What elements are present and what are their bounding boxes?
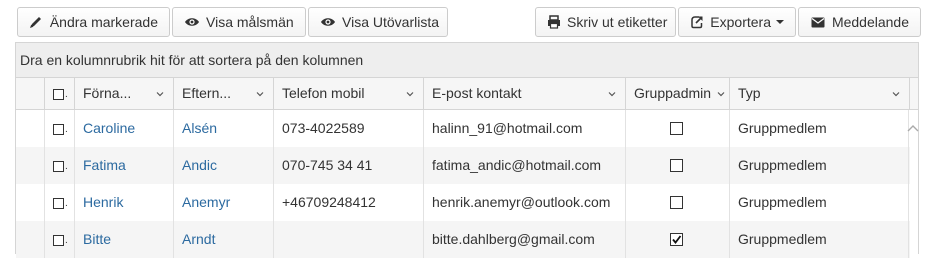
eye-icon <box>320 14 336 30</box>
column-header-label: Telefon mobil <box>282 85 365 101</box>
checkbox <box>53 197 64 209</box>
group-admin-checkbox[interactable] <box>670 196 683 209</box>
truncation-dots: . <box>65 88 68 100</box>
show-practitioners-label: Visa Utövarlista <box>342 14 440 30</box>
show-practitioners-button[interactable]: Visa Utövarlista <box>308 7 448 37</box>
show-guardians-label: Visa målsmän <box>206 14 294 30</box>
first-name-cell[interactable]: Caroline <box>74 110 173 147</box>
checkmark-icon <box>672 235 682 244</box>
first-name-cell[interactable]: Henrik <box>74 184 173 221</box>
column-header-first-name[interactable]: Förna... <box>74 78 173 109</box>
truncation-dots: . <box>65 123 68 135</box>
column-header-label: Förna... <box>83 85 132 101</box>
column-header-phone[interactable]: Telefon mobil <box>273 78 423 109</box>
group-admin-cell <box>625 110 729 147</box>
select-all-checkbox[interactable]: . <box>44 78 74 109</box>
table-row[interactable]: . Fatima Andic 070-745 34 41 fatima_andi… <box>16 147 910 184</box>
column-header-type[interactable]: Typ <box>729 78 909 109</box>
chevron-down-icon <box>406 92 414 97</box>
print-icon <box>547 14 561 30</box>
chevron-down-icon <box>717 92 725 97</box>
grid-header: . Förna... Eftern... Telefon mobil E-pos… <box>16 78 918 110</box>
header-spacer <box>16 78 44 109</box>
type-cell: Gruppmedlem <box>729 110 909 147</box>
last-name-cell[interactable]: Alsén <box>173 110 273 147</box>
group-admin-checkbox[interactable] <box>670 122 683 135</box>
chevron-down-icon <box>608 92 616 97</box>
column-header-email[interactable]: E-post kontakt <box>423 78 625 109</box>
group-admin-checkbox[interactable] <box>670 159 683 172</box>
message-button[interactable]: Meddelande <box>798 7 921 37</box>
chevron-up-icon[interactable] <box>907 123 919 133</box>
email-cell: fatima_andic@hotmail.com <box>423 147 625 184</box>
chevron-down-icon <box>256 92 264 97</box>
pencil-icon <box>29 14 44 30</box>
show-guardians-button[interactable]: Visa målsmän <box>172 7 306 37</box>
email-cell: halinn_91@hotmail.com <box>423 110 625 147</box>
chevron-down-icon <box>156 92 164 97</box>
chevron-down-icon <box>892 92 900 97</box>
edit-selected-label: Ändra markerade <box>49 14 158 30</box>
group-admin-cell <box>625 147 729 184</box>
export-label: Exportera <box>710 14 771 30</box>
column-header-label: Typ <box>738 85 761 101</box>
checkbox <box>53 123 64 135</box>
table-row[interactable]: . Bitte Arndt bitte.dahlberg@gmail.com G… <box>16 221 910 258</box>
last-name-cell[interactable]: Anemyr <box>173 184 273 221</box>
export-dropdown-button[interactable]: Exportera <box>678 7 796 37</box>
print-labels-button[interactable]: Skriv ut etiketter <box>535 7 676 37</box>
type-cell: Gruppmedlem <box>729 184 909 221</box>
truncation-dots: . <box>65 197 68 209</box>
checkbox <box>53 234 64 246</box>
row-select-checkbox[interactable]: . <box>44 147 74 184</box>
column-header-group-admin[interactable]: Gruppadmin <box>625 78 729 109</box>
row-select-checkbox[interactable]: . <box>44 110 74 147</box>
first-name-cell[interactable]: Fatima <box>74 147 173 184</box>
first-name-cell[interactable]: Bitte <box>74 221 173 258</box>
header-scroll-spacer <box>909 78 918 109</box>
message-label: Meddelande <box>831 14 909 30</box>
column-header-last-name[interactable]: Eftern... <box>173 78 273 109</box>
member-grid: Dra en kolumnrubrik hit för att sortera … <box>15 42 919 258</box>
truncation-dots: . <box>65 160 68 172</box>
eye-icon <box>184 14 200 30</box>
phone-cell <box>273 221 423 258</box>
type-cell: Gruppmedlem <box>729 147 909 184</box>
share-icon <box>690 14 704 30</box>
vertical-scrollbar[interactable] <box>907 110 919 255</box>
group-by-hint: Dra en kolumnrubrik hit för att sortera … <box>16 43 918 78</box>
group-admin-cell <box>625 221 729 258</box>
last-name-cell[interactable]: Arndt <box>173 221 273 258</box>
caret-down-icon <box>776 20 784 24</box>
envelope-icon <box>810 14 826 30</box>
group-admin-checkbox-checked[interactable] <box>670 233 683 246</box>
checkbox <box>53 160 64 172</box>
row-select-checkbox[interactable]: . <box>44 184 74 221</box>
phone-cell: 073-4022589 <box>273 110 423 147</box>
email-cell: henrik.anemyr@outlook.com <box>423 184 625 221</box>
phone-cell: +46709248412 <box>273 184 423 221</box>
phone-cell: 070-745 34 41 <box>273 147 423 184</box>
edit-selected-button[interactable]: Ändra markerade <box>17 7 170 37</box>
email-cell: bitte.dahlberg@gmail.com <box>423 221 625 258</box>
checkbox <box>53 88 64 100</box>
column-header-label: Gruppadmin <box>634 85 712 101</box>
column-header-label: Eftern... <box>182 85 232 101</box>
table-row[interactable]: . Henrik Anemyr +46709248412 henrik.anem… <box>16 184 910 221</box>
group-admin-cell <box>625 184 729 221</box>
print-labels-label: Skriv ut etiketter <box>567 14 668 30</box>
column-header-label: E-post kontakt <box>432 85 522 101</box>
row-select-checkbox[interactable]: . <box>44 221 74 258</box>
last-name-cell[interactable]: Andic <box>173 147 273 184</box>
truncation-dots: . <box>65 234 68 246</box>
toolbar: Ändra markerade Visa målsmän Visa Utövar… <box>0 0 934 40</box>
type-cell: Gruppmedlem <box>729 221 909 258</box>
table-row[interactable]: . Caroline Alsén 073-4022589 halinn_91@h… <box>16 110 910 147</box>
